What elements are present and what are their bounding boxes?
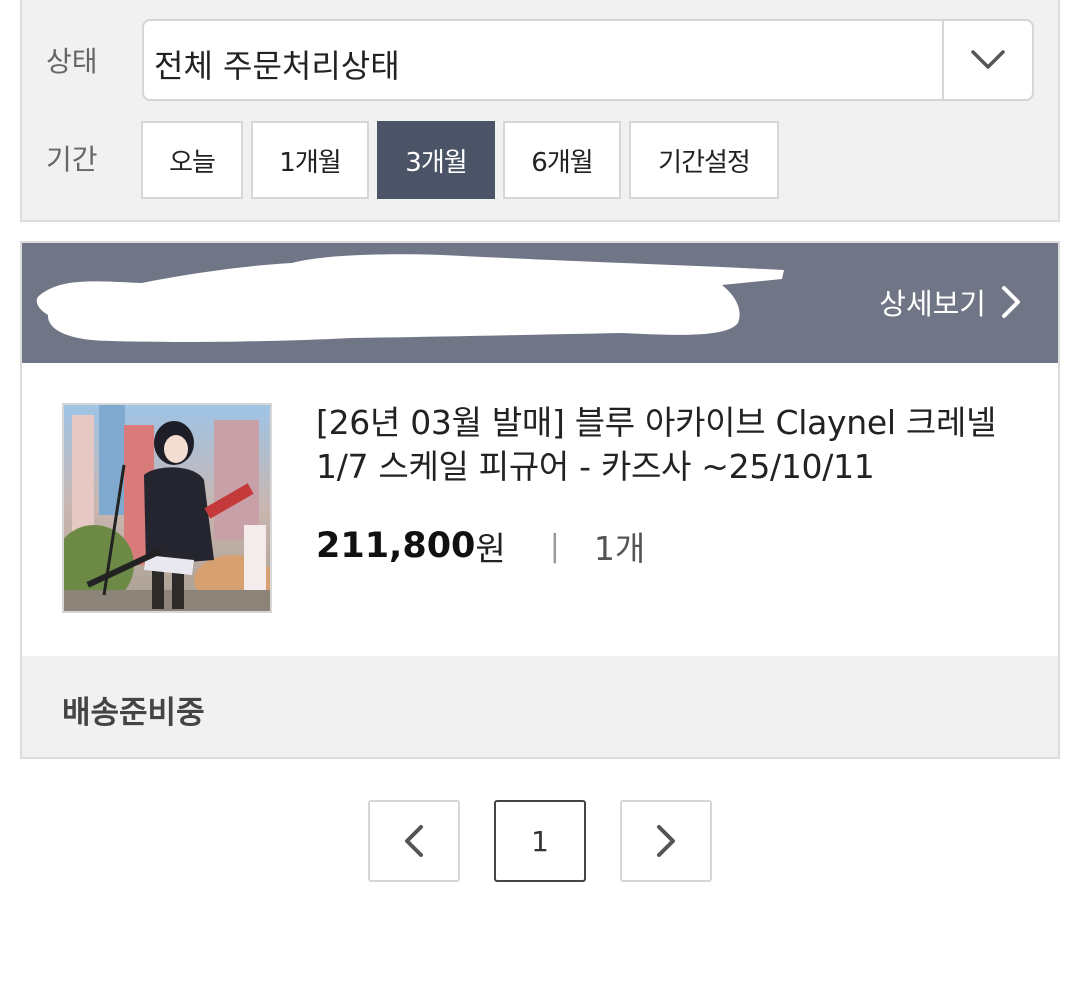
current-page-button[interactable]: 1 <box>494 800 586 882</box>
order-card: 상세보기 [26년 03월 발매] 블루 아카이브 Claynel 크레넬 1/… <box>20 241 1060 759</box>
period-today-button[interactable]: 오늘 <box>141 121 243 199</box>
chevron-right-icon <box>657 825 675 857</box>
period-custom-button[interactable]: 기간설정 <box>629 121 779 199</box>
price-separator: | <box>549 528 560 564</box>
order-filter-panel: 상태 전체 주문처리상태 기간 오늘 1개월 3개월 6개월 기간설정 <box>20 0 1060 222</box>
previous-page-button[interactable] <box>368 800 460 882</box>
order-status-select[interactable]: 전체 주문처리상태 <box>142 19 1034 101</box>
next-page-button[interactable] <box>620 800 712 882</box>
period-label: 기간 <box>46 143 98 176</box>
redaction-scribble <box>36 254 784 342</box>
chevron-right-icon <box>1002 286 1020 318</box>
status-label: 상태 <box>46 45 98 78</box>
product-title[interactable]: [26년 03월 발매] 블루 아카이브 Claynel 크레넬 1/7 스케일… <box>316 401 1036 489</box>
product-thumbnail[interactable] <box>62 403 272 613</box>
period-3-month-button[interactable]: 3개월 <box>377 121 495 199</box>
price-unit: 원 <box>475 529 506 568</box>
order-status-select-value: 전체 주문처리상태 <box>154 47 400 85</box>
chevron-left-icon <box>405 825 423 857</box>
order-header: 상세보기 <box>22 243 1058 363</box>
shipping-status: 배송준비중 <box>62 695 205 731</box>
detail-link[interactable]: 상세보기 <box>879 281 1022 323</box>
price-amount: 211,800 <box>316 526 476 566</box>
period-6-month-button[interactable]: 6개월 <box>503 121 621 199</box>
order-quantity: 1개 <box>593 529 646 568</box>
detail-link-label: 상세보기 <box>879 287 986 321</box>
period-1-month-button[interactable]: 1개월 <box>251 121 369 199</box>
order-status-footer: 배송준비중 <box>22 656 1058 757</box>
chevron-down-icon[interactable] <box>944 21 1032 99</box>
price-row: 211,800 원 | 1개 <box>316 522 645 570</box>
